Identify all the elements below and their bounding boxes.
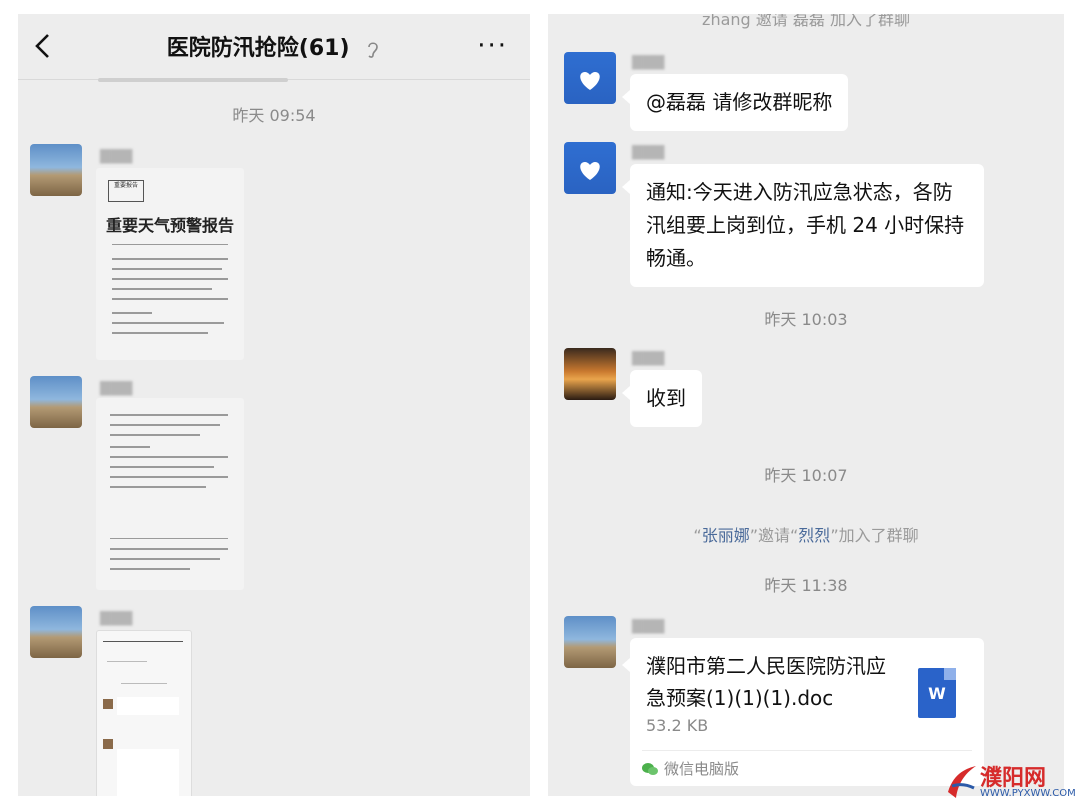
doc-text-line: [121, 683, 167, 684]
joined-text: ”加入了群聊: [830, 526, 919, 545]
chat-title-text: 医院防汛抢险(61): [166, 36, 350, 61]
timestamp: 昨天 11:38: [764, 576, 848, 595]
doc-text-line: [112, 244, 228, 245]
quote-open: “: [693, 526, 702, 545]
doc-text-line: [110, 548, 228, 550]
timestamp: 昨天 10:07: [764, 466, 848, 485]
doc-text-line: [110, 486, 206, 488]
sender-name-blurred: ▇▇▇: [632, 144, 665, 160]
text-message[interactable]: @磊磊 请修改群昵称: [621, 74, 849, 131]
sender-name-blurred: ▇▇▇: [100, 148, 133, 164]
doc-text-line: [110, 476, 228, 478]
inviter-name[interactable]: 张丽娜: [702, 526, 750, 545]
doc-text-line: [110, 434, 200, 436]
mini-avatar: [103, 699, 113, 709]
doc-text-line: [110, 414, 228, 416]
avatar[interactable]: [564, 52, 616, 104]
mini-avatar: [103, 739, 113, 749]
chat-title: 医院防汛抢险(61): [18, 30, 530, 62]
earpiece-icon: [368, 42, 379, 58]
doc-text-line: [112, 258, 228, 260]
text-message[interactable]: 收到: [622, 370, 702, 427]
doc-text-line: [110, 446, 150, 448]
image-message-weather-report[interactable]: 重要报告 重要天气预警报告: [96, 168, 244, 360]
doc-text-line: [110, 558, 220, 560]
doc-text-line: [112, 332, 208, 334]
doc-text-line: [103, 641, 183, 642]
chat-panel-right: zhang 邀请 磊磊 加入了群聊 ▇▇▇ @磊磊 请修改群昵称 ▇▇▇ 通知:…: [548, 14, 1064, 796]
avatar[interactable]: [564, 616, 616, 668]
previous-message-edge: [98, 78, 288, 82]
wechat-icon: [642, 763, 658, 775]
doc-text-line: [112, 288, 212, 290]
file-name: 濮阳市第二人民医院防汛应急预案(1)(1)(1).doc: [646, 654, 886, 710]
chat-panel-left: 医院防汛抢险(61) ··· 昨天 09:54 ▇▇▇ 重要报告 重要天气预警报…: [18, 14, 530, 796]
image-message-report-page-2[interactable]: [96, 398, 244, 590]
sender-name-blurred: ▇▇▇: [632, 618, 665, 634]
doc-text-line: [107, 661, 147, 662]
avatar[interactable]: [30, 606, 82, 658]
doc-text-line: [110, 568, 190, 570]
doc-text-line: [112, 312, 152, 314]
more-options-icon[interactable]: ···: [477, 33, 508, 59]
chat-header: 医院防汛抢险(61) ···: [18, 14, 530, 82]
invitee-name[interactable]: 烈烈: [798, 526, 830, 545]
sender-name-blurred: ▇▇▇: [632, 350, 665, 366]
sender-name-blurred: ▇▇▇: [100, 380, 133, 396]
sender-name-blurred: ▇▇▇: [632, 54, 665, 70]
avatar[interactable]: [564, 348, 616, 400]
mini-text-bubble: [117, 749, 179, 796]
doc-text-line: [110, 538, 228, 539]
image-message-phone-screenshot[interactable]: [96, 630, 192, 796]
word-document-icon: W: [918, 668, 956, 718]
doc-text-line: [110, 424, 220, 426]
file-message-card[interactable]: 濮阳市第二人民医院防汛应急预案(1)(1)(1).doc 53.2 KB W 微…: [622, 638, 984, 786]
system-message-partial: zhang 邀请 磊磊 加入了群聊: [702, 14, 910, 29]
invite-text: ”邀请“: [749, 526, 799, 545]
logo-swoosh-icon: [948, 766, 976, 798]
doc-text-line: [112, 298, 228, 300]
heart-cloud-icon: [580, 72, 600, 90]
timestamp: 昨天 09:54: [232, 106, 316, 125]
doc-text-line: [112, 278, 228, 280]
sender-name-blurred: ▇▇▇: [100, 610, 133, 626]
doc-text-line: [110, 466, 214, 468]
file-source-label: 微信电脑版: [664, 760, 740, 778]
text-message-notice[interactable]: 通知:今天进入防汛应急状态，各防汛组要上岗到位，手机 24 小时保持畅通。: [622, 164, 984, 287]
screenshot-collage: 医院防汛抢险(61) ··· 昨天 09:54 ▇▇▇ 重要报告 重要天气预警报…: [0, 0, 1080, 810]
doc-text-line: [112, 322, 224, 324]
system-message-join: “张丽娜”邀请“烈烈”加入了群聊: [548, 522, 1064, 546]
doc-text-line: [110, 456, 228, 458]
avatar[interactable]: [564, 142, 616, 194]
avatar[interactable]: [30, 376, 82, 428]
timestamp: 昨天 10:03: [764, 310, 848, 329]
doc-stamp: 重要报告: [108, 180, 144, 202]
file-size: 53.2 KB: [646, 716, 709, 735]
divider: [642, 750, 972, 751]
doc-text-line: [112, 268, 222, 270]
mini-file-card: [117, 697, 179, 715]
heart-cloud-icon: [580, 162, 600, 180]
watermark-logo: 濮阳网 WWW.PYXWW.COM: [944, 760, 1076, 804]
word-icon-letter: W: [928, 684, 946, 703]
avatar[interactable]: [30, 144, 82, 196]
doc-heading: 重要天气预警报告: [105, 216, 234, 235]
logo-url: WWW.PYXWW.COM: [980, 788, 1076, 799]
